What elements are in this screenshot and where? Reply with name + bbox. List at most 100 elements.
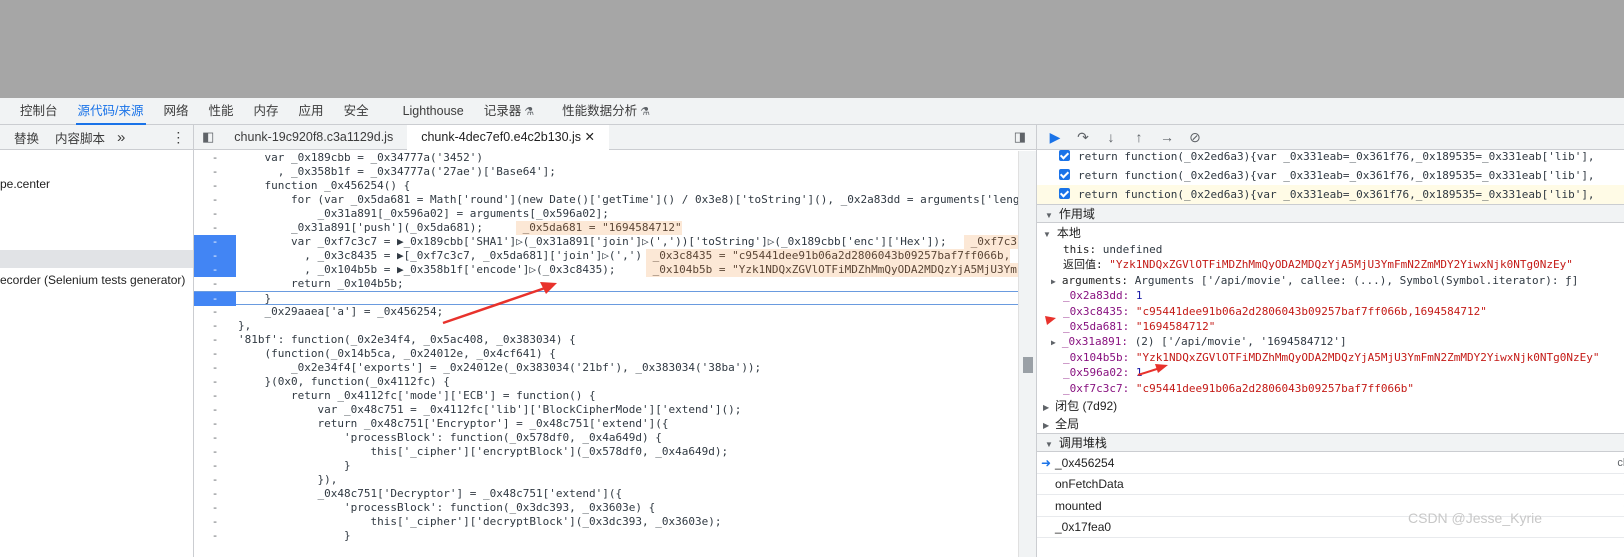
scope-variable[interactable]: _0xf7c3c7: "c95441dee91b06a2d2806043b092…: [1063, 381, 1414, 396]
code-line[interactable]: - }),: [194, 473, 1018, 487]
scope-variable[interactable]: _0x596a02: 1: [1063, 365, 1142, 380]
code-line[interactable]: - this['_cipher']['decryptBlock'](_0x3dc…: [194, 515, 1018, 529]
scope-variable[interactable]: _0x5da681: "1694584712": [1063, 319, 1215, 334]
scrollbar-thumb[interactable]: [1023, 357, 1033, 373]
scope-variable[interactable]: 返回值: "Yzk1NDQxZGVlOTFiMDZhMmQyODA2MDQzYj…: [1063, 257, 1573, 272]
breakpoint-row[interactable]: return function(_0x2ed6a3){var _0x331eab…: [1037, 166, 1624, 185]
line-gutter[interactable]: -: [194, 305, 236, 319]
navigator-item[interactable]: ecorder (Selenium tests generator): [0, 273, 185, 287]
tab-memory[interactable]: 内存: [244, 98, 289, 125]
line-gutter[interactable]: -: [194, 361, 236, 375]
code-line[interactable]: - _0x31a891[_0x596a02] = arguments[_0x59…: [194, 207, 1018, 221]
line-gutter[interactable]: -: [194, 431, 236, 445]
line-gutter[interactable]: -: [194, 319, 236, 333]
tab-sources[interactable]: 源代码/来源: [68, 98, 154, 125]
code-line[interactable]: -},: [194, 319, 1018, 333]
navigator-selected-row[interactable]: [0, 250, 193, 268]
line-gutter[interactable]: -: [194, 207, 236, 221]
code-line[interactable]: - return _0x4112fc['mode']['ECB'] = func…: [194, 389, 1018, 403]
breakpoint-row[interactable]: return function(_0x2ed6a3){var _0x331eab…: [1037, 147, 1624, 166]
code-line[interactable]: - var _0xf7c3c7 = ▶_0x189cbb['SHA1']▷(_0…: [194, 235, 1031, 249]
checkbox[interactable]: [1059, 188, 1070, 199]
scope-variable[interactable]: ▶ _0x31a891: (2) ['/api/movie', '16945847…: [1051, 334, 1347, 349]
line-gutter[interactable]: -: [194, 389, 236, 403]
code-line[interactable]: - for (var _0x5da681 = Math['round'](new…: [194, 193, 1020, 207]
line-gutter[interactable]: -: [194, 529, 236, 543]
code-line[interactable]: - var _0x48c751 = _0x4112fc['lib']['Bloc…: [194, 403, 1018, 417]
line-gutter[interactable]: -: [194, 459, 236, 473]
scope-section-header[interactable]: ▼ 作用域: [1037, 204, 1624, 223]
resume-icon[interactable]: ▶: [1047, 129, 1063, 146]
callstack-section-header[interactable]: ▼ 调用堆栈: [1037, 433, 1624, 452]
line-gutter[interactable]: -: [194, 165, 236, 179]
scope-variable[interactable]: ▶ arguments: Arguments ['/api/movie', cal…: [1051, 273, 1578, 288]
checkbox[interactable]: [1059, 150, 1070, 161]
navigator-item[interactable]: pe.center: [0, 177, 50, 191]
line-gutter[interactable]: -: [194, 487, 236, 501]
line-gutter[interactable]: -: [194, 179, 236, 193]
local-scope-header[interactable]: ▼ 本地: [1043, 226, 1081, 241]
code-lines[interactable]: - var _0x189cbb = _0x34777a('3452') - , _…: [194, 151, 1036, 557]
editor-scrollbar[interactable]: [1018, 151, 1036, 557]
code-line[interactable]: - this['_cipher']['encryptBlock'](_0x578…: [194, 445, 1018, 459]
step-over-icon[interactable]: ↷: [1075, 129, 1091, 146]
step-icon[interactable]: →: [1159, 129, 1175, 145]
breakpoint-marker[interactable]: -: [194, 292, 236, 306]
code-line[interactable]: - 'processBlock': function(_0x578df0, _0…: [194, 431, 1018, 445]
line-gutter[interactable]: -: [194, 333, 236, 347]
line-gutter[interactable]: -: [194, 445, 236, 459]
code-line[interactable]: - 'processBlock': function(_0x3dc393, _0…: [194, 501, 1018, 515]
tab-overrides[interactable]: 替换: [0, 128, 47, 147]
global-scope[interactable]: ▶ 全局: [1043, 417, 1079, 432]
more-tabs-icon[interactable]: »: [113, 129, 129, 146]
tab-performance-insights[interactable]: 性能数据分析 ⚗: [544, 98, 660, 125]
code-line[interactable]: - return _0x104b5b;: [194, 277, 1018, 291]
code-line[interactable]: - '81bf': function(_0x2e34f4, _0x5ac408, …: [194, 333, 1018, 347]
editor-tab-active[interactable]: chunk-4dec7ef0.e4c2b130.js ✕: [407, 125, 610, 150]
deactivate-breakpoints-icon[interactable]: ⊘: [1187, 129, 1203, 146]
callstack-frame[interactable]: onFetchDatac: [1037, 474, 1624, 495]
line-gutter[interactable]: -: [194, 417, 236, 431]
tab-recorder[interactable]: 记录器 ⚗: [474, 98, 544, 125]
tab-lighthouse[interactable]: Lighthouse: [379, 98, 474, 125]
code-line[interactable]: - , _0x104b5b = ▶_0x358b1f['encode']▷(_0…: [194, 263, 1036, 277]
line-gutter[interactable]: -: [194, 515, 236, 529]
code-line[interactable]: - var _0x189cbb = _0x34777a('3452'): [194, 151, 1018, 165]
tab-console[interactable]: 控制台: [0, 98, 68, 125]
navigator-menu-icon[interactable]: ⋮: [163, 129, 193, 146]
breakpoint-row-active[interactable]: return function(_0x2ed6a3){var _0x331eab…: [1037, 185, 1624, 204]
scope-variable[interactable]: _0x3c8435: "c95441dee91b06a2d2806043b092…: [1063, 304, 1487, 319]
editor-tab[interactable]: chunk-19c920f8.c3a1129d.js: [220, 125, 407, 150]
tab-application[interactable]: 应用: [289, 98, 334, 125]
close-icon[interactable]: ✕: [585, 130, 595, 144]
line-gutter[interactable]: -: [194, 221, 236, 235]
tab-security[interactable]: 安全: [334, 98, 379, 125]
callstack-frame-active[interactable]: ➜_0x456254 ch: [1037, 453, 1624, 474]
line-gutter[interactable]: -: [194, 277, 236, 291]
code-line[interactable]: - }: [194, 291, 1018, 306]
code-line[interactable]: - }: [194, 459, 1018, 473]
toggle-navigator-icon[interactable]: ◧: [194, 129, 220, 145]
line-gutter[interactable]: -: [194, 347, 236, 361]
code-line[interactable]: - , _0x358b1f = _0x34777a('27ae')['Base6…: [194, 165, 1018, 179]
line-gutter[interactable]: -: [194, 375, 236, 389]
code-line[interactable]: - _0x2e34f4['exports'] = _0x24012e(_0x38…: [194, 361, 1018, 375]
toggle-debugger-icon[interactable]: ◨: [1014, 129, 1026, 145]
code-line[interactable]: - _0x48c751['Decryptor'] = _0x48c751['ex…: [194, 487, 1018, 501]
code-line[interactable]: - _0x29aaea['a'] = _0x456254;: [194, 305, 1018, 319]
scope-variable[interactable]: _0x104b5b: "Yzk1NDQxZGVlOTFiMDZhMmQyODA2…: [1063, 350, 1599, 365]
tab-network[interactable]: 网络: [154, 98, 199, 125]
code-line[interactable]: - }: [194, 529, 1018, 543]
line-gutter[interactable]: -: [194, 501, 236, 515]
line-gutter[interactable]: -: [194, 403, 236, 417]
line-gutter[interactable]: -: [194, 151, 236, 165]
line-gutter[interactable]: -: [194, 193, 236, 207]
checkbox[interactable]: [1059, 169, 1070, 180]
closure-scope[interactable]: ▶ 闭包 (7d92): [1043, 399, 1117, 414]
step-into-icon[interactable]: ↓: [1103, 129, 1119, 145]
breakpoint-marker[interactable]: -: [194, 249, 236, 263]
code-line[interactable]: - function _0x456254() {: [194, 179, 1018, 193]
code-line[interactable]: - }(0x0, function(_0x4112fc) {: [194, 375, 1018, 389]
tab-content-scripts[interactable]: 内容脚本: [47, 128, 113, 147]
breakpoint-marker[interactable]: -: [194, 263, 236, 277]
